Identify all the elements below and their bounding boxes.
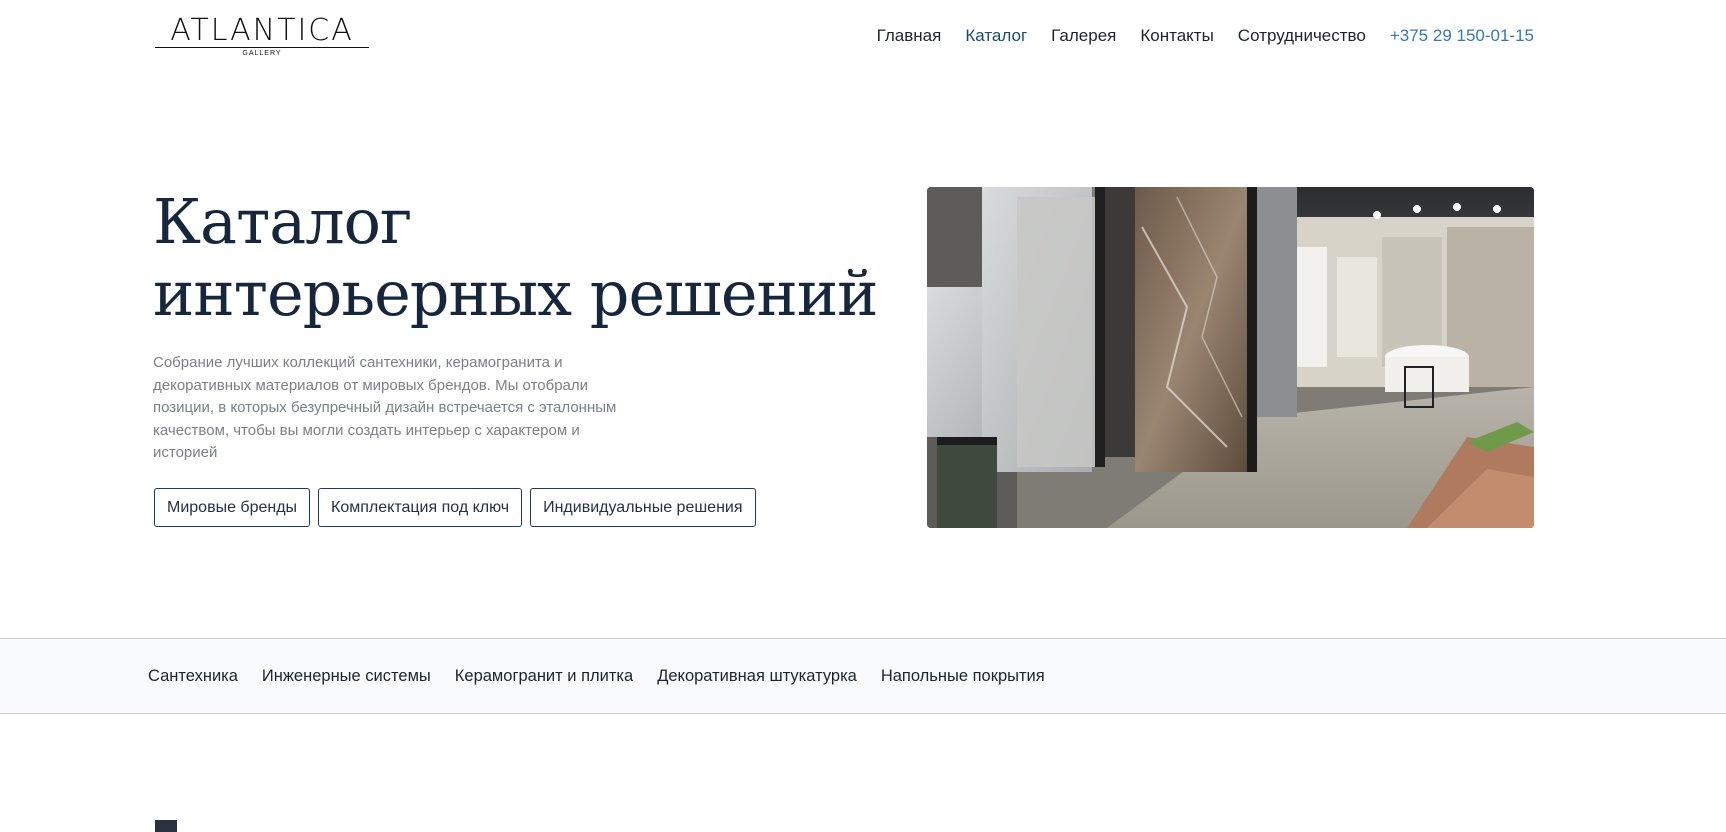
category-item-porcelain[interactable]: Керамогранит и плитка bbox=[455, 664, 633, 688]
category-strip: Сантехника Инженерные системы Керамогран… bbox=[0, 638, 1726, 714]
logo[interactable]: ATLANTICA GALLERY bbox=[155, 14, 369, 60]
category-item-flooring[interactable]: Напольные покрытия bbox=[881, 664, 1045, 688]
nav-item-home[interactable]: Главная bbox=[877, 24, 942, 48]
category-item-plaster[interactable]: Декоративная штукатурка bbox=[657, 664, 857, 688]
world-brands-button[interactable]: Мировые бренды bbox=[154, 488, 311, 527]
turnkey-button[interactable]: Комплектация под ключ bbox=[318, 488, 523, 527]
main-nav: Главная Каталог Галерея Контакты Сотрудн… bbox=[877, 24, 1534, 48]
showroom-illustration bbox=[927, 187, 1534, 528]
category-item-plumbing[interactable]: Сантехника bbox=[148, 664, 238, 688]
logo-wordmark: ATLANTICA bbox=[170, 13, 354, 48]
hero-description: Собрание лучших коллекций сантехники, ке… bbox=[153, 354, 617, 461]
category-item-engineering[interactable]: Инженерные системы bbox=[262, 664, 431, 688]
site-header: ATLANTICA GALLERY Главная Каталог Галере… bbox=[0, 0, 1726, 76]
showroom-photo bbox=[927, 187, 1534, 528]
category-nav: Сантехника Инженерные системы Керамогран… bbox=[148, 664, 1045, 688]
hero-buttons: Мировые бренды Комплектация под ключ Инд… bbox=[154, 488, 756, 527]
phone-link[interactable]: +375 29 150-01-15 bbox=[1390, 24, 1534, 48]
page-title-line-2: интерьерных решений bbox=[153, 257, 879, 330]
nav-item-contacts[interactable]: Контакты bbox=[1140, 24, 1213, 48]
nav-item-cooperation[interactable]: Сотрудничество bbox=[1238, 24, 1366, 48]
custom-solutions-button[interactable]: Индивидуальные решения bbox=[530, 488, 756, 527]
page-title-line-1: Каталог bbox=[153, 185, 412, 258]
next-section-heading-peek bbox=[155, 820, 177, 832]
nav-item-gallery[interactable]: Галерея bbox=[1051, 24, 1116, 48]
logo-subtitle: GALLERY bbox=[242, 50, 282, 57]
page-title: Каталог интерьерных решений bbox=[153, 186, 913, 330]
logo-underline bbox=[155, 47, 369, 48]
nav-item-catalog[interactable]: Каталог bbox=[965, 24, 1027, 48]
